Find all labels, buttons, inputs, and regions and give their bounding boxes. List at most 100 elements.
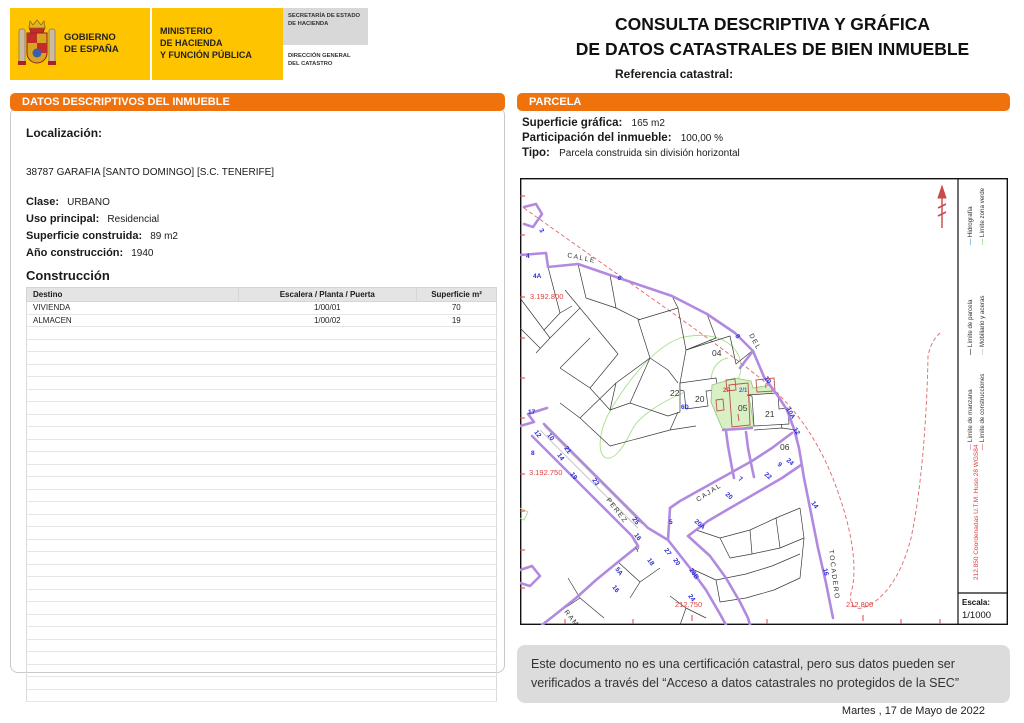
ministerio-label: MINISTERIO DE HACIENDA Y FUNCIÓN PÚBLICA xyxy=(152,26,283,61)
empty-cell xyxy=(238,526,417,540)
table-empty-row xyxy=(26,439,497,452)
utm-note: 212.850 Coordenadas U.T.M. Huso 28 WGS84 xyxy=(973,444,980,580)
empty-cell xyxy=(416,589,497,602)
empty-cell xyxy=(26,414,238,427)
empty-cell xyxy=(238,689,417,702)
escala-label: Escala: xyxy=(962,598,990,607)
empty-cell xyxy=(416,501,497,515)
table-empty-row xyxy=(26,626,497,640)
empty-cell xyxy=(26,426,238,440)
table-empty-row xyxy=(26,389,497,402)
empty-cell xyxy=(416,576,497,590)
empty-cell xyxy=(416,601,497,615)
empty-cell xyxy=(238,514,417,527)
col-escalera: Escalera / Planta / Puerta xyxy=(237,287,418,302)
empty-cell xyxy=(238,501,417,515)
empty-cell xyxy=(26,489,238,502)
house-number: 8 xyxy=(531,450,535,457)
localizacion-label: Localización: xyxy=(26,126,103,140)
cell-superficie: 19 xyxy=(416,314,497,327)
gobierno-line1: GOBIERNO xyxy=(64,32,116,44)
anio-value: 1940 xyxy=(131,248,154,259)
superficie-label: Superficie construida: xyxy=(26,230,143,242)
table-empty-row xyxy=(26,501,497,515)
datos-descriptivos-header: DATOS DESCRIPTIVOS DEL INMUEBLE xyxy=(10,93,505,111)
empty-cell xyxy=(416,426,497,440)
parcel-number: 05 xyxy=(738,403,748,413)
empty-cell xyxy=(238,539,417,552)
construccion-title: Construcción xyxy=(26,268,110,283)
legend-item: — Límite de construcciones xyxy=(979,374,986,450)
parcel-number: 04 xyxy=(712,348,722,358)
disclaimer-box: Este documento no es una certificación c… xyxy=(517,645,1010,703)
empty-cell xyxy=(26,539,238,552)
empty-cell xyxy=(416,439,497,452)
empty-cell xyxy=(26,689,238,702)
empty-cell xyxy=(26,339,238,352)
table-empty-row xyxy=(26,639,497,652)
empty-cell xyxy=(238,614,417,627)
empty-cell xyxy=(238,426,417,440)
empty-cell xyxy=(26,626,238,640)
empty-cell xyxy=(416,326,497,340)
empty-cell xyxy=(238,464,417,477)
empty-cell xyxy=(416,376,497,390)
empty-cell xyxy=(26,514,238,527)
parcel-number: 22 xyxy=(670,388,680,398)
empty-cell xyxy=(238,639,417,652)
logo-yellow-band: GOBIERNO DE ESPAÑA MINISTERIO DE HACIEND… xyxy=(10,8,283,80)
participacion-label: Participación del inmueble: xyxy=(522,132,672,144)
parcel-number: 20 xyxy=(695,394,705,404)
empty-cell xyxy=(238,601,417,615)
title-line1: CONSULTA DESCRIPTIVA Y GRÁFICA xyxy=(614,14,931,34)
cell-superficie: 70 xyxy=(416,301,497,315)
empty-cell xyxy=(26,639,238,652)
cell-destino: VIVIENDA xyxy=(26,301,238,315)
empty-cell xyxy=(26,439,238,452)
cadastral-document-page: GOBIERNO DE ESPAÑA MINISTERIO DE HACIEND… xyxy=(0,0,1024,723)
direccion-line1: DIRECCIÓN GENERAL xyxy=(288,53,351,59)
table-empty-row xyxy=(26,464,497,477)
empty-cell xyxy=(416,614,497,627)
cadastral-map: 04 22 20 05 21 06 3 4 4A 6 8 10 10A 12 9 24 22 7 20 20A 5 17… xyxy=(518,177,1009,639)
table-empty-row xyxy=(26,451,497,465)
empty-cell xyxy=(416,526,497,540)
empty-cell xyxy=(238,651,417,665)
referencia-catastral-label: Referencia catastral: xyxy=(615,66,734,81)
table-empty-row xyxy=(26,326,497,340)
col-destino: Destino xyxy=(26,287,239,302)
table-empty-row xyxy=(26,376,497,390)
table-empty-row xyxy=(26,676,497,690)
street-name: Y xyxy=(635,547,641,554)
table-empty-row xyxy=(26,614,497,627)
coordinate-label: 3.192.750 xyxy=(529,468,562,477)
empty-cell xyxy=(238,589,417,602)
empty-cell xyxy=(416,476,497,490)
anio-label: Año construcción: xyxy=(26,247,124,259)
empty-cell xyxy=(26,526,238,540)
cell-escalera: 1/00/02 xyxy=(238,314,417,327)
parcela-panel: PARCELA Superficie gráfica: 165 m2 Parti… xyxy=(517,93,1010,717)
empty-cell xyxy=(416,401,497,415)
construccion-header-row: Destino Escalera / Planta / Puerta Super… xyxy=(26,287,497,302)
document-date: Martes , 17 de Mayo de 2022 xyxy=(841,705,985,717)
empty-cell xyxy=(26,351,238,365)
table-empty-row xyxy=(26,664,497,677)
legend-item: — Límite de parcela xyxy=(967,299,974,355)
empty-cell xyxy=(26,551,238,565)
empty-cell xyxy=(416,351,497,365)
empty-cell xyxy=(416,664,497,677)
empty-cell xyxy=(26,576,238,590)
gobierno-line2: DE ESPAÑA xyxy=(64,44,119,55)
table-empty-row xyxy=(26,689,497,702)
table-empty-row xyxy=(26,364,497,377)
empty-cell xyxy=(26,501,238,515)
clase-value: URBANO xyxy=(67,197,110,208)
property-address: 38787 GARAFIA [SANTO DOMINGO] [S.C. TENE… xyxy=(26,167,275,178)
coordinate-label: 3.192.800 xyxy=(530,292,563,301)
empty-cell xyxy=(238,564,417,577)
clase-label: Clase: xyxy=(26,196,60,208)
document-title: CONSULTA DESCRIPTIVA Y GRÁFICA DE DATOS … xyxy=(540,12,1005,81)
parcela-header: PARCELA xyxy=(517,93,1010,111)
empty-cell xyxy=(26,601,238,615)
